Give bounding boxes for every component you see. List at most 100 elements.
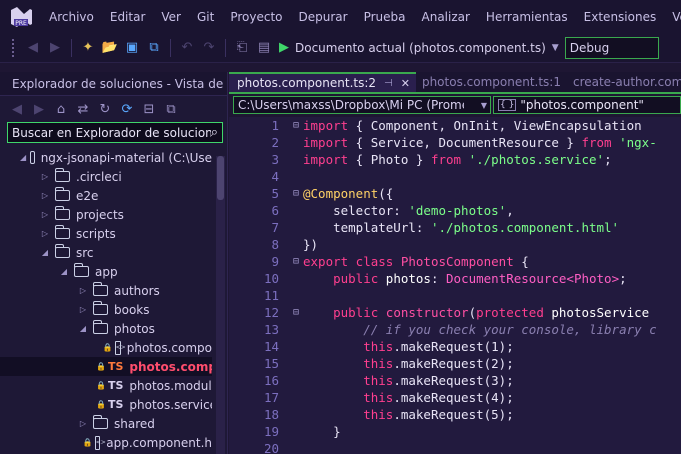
tree-item[interactable]: ▷ projects <box>0 205 212 224</box>
toolbar-grip[interactable] <box>12 38 16 57</box>
code-token: { Service, DocumentResource } <box>348 135 582 150</box>
tree-item[interactable]: ▷ books <box>0 300 212 319</box>
open-folder-icon[interactable]: 📂 <box>101 39 119 57</box>
tree-item[interactable]: 🔒 TS photos.module <box>0 376 212 395</box>
fold-toggle-icon[interactable]: ⊟ <box>289 256 303 267</box>
fold-toggle-icon[interactable]: ⊟ <box>289 307 303 318</box>
collapsed-arrow-icon[interactable]: ▷ <box>39 191 51 200</box>
new-project-icon[interactable]: ✦ <box>79 39 97 57</box>
collapsed-arrow-icon[interactable]: ▷ <box>77 305 89 314</box>
tab-label: photos.component.ts:2 <box>237 76 377 90</box>
code-token: DocumentResource<Photo> <box>446 271 620 286</box>
code-line: 7 templateUrl: './photos.component.html' <box>229 219 681 236</box>
expanded-arrow-icon[interactable]: ◢ <box>20 153 26 162</box>
code-token: { Component, OnInit, ViewEncapsulation <box>348 118 642 133</box>
editor-tabs: photos.component.ts:2 ⊣ ✕ photos.component.… <box>229 72 681 94</box>
redo-icon[interactable]: ↷ <box>200 39 218 57</box>
code-token: this <box>303 339 394 354</box>
expanded-arrow-icon[interactable]: ◢ <box>58 267 70 276</box>
save-icon[interactable]: ▣ <box>123 39 141 57</box>
run-button[interactable]: ▶ Documento actual (photos.component.ts) <box>279 40 546 55</box>
undo-icon[interactable]: ↶ <box>178 39 196 57</box>
expanded-arrow-icon[interactable]: ◢ <box>39 248 51 257</box>
explorer-title: Explorador de soluciones - Vista de car.… <box>0 72 227 96</box>
fold-toggle-icon[interactable]: ⊟ <box>289 120 303 131</box>
explorer-scrollbar[interactable] <box>216 156 225 454</box>
configuration-select[interactable]: Debug <box>564 36 659 59</box>
collapsed-arrow-icon[interactable]: ▷ <box>77 419 89 428</box>
back-icon[interactable]: ◀ <box>24 39 42 57</box>
tree-item-label: photos.compo <box>126 340 212 355</box>
code-token: templateUrl: <box>303 220 431 235</box>
menu-item[interactable]: Prueba <box>356 10 414 24</box>
tree-item-label: photos <box>114 321 155 336</box>
sync-icon[interactable]: ↻ <box>96 102 114 117</box>
menu-item[interactable]: Archivo <box>41 10 102 24</box>
show-all-files-icon[interactable]: ⧉ <box>162 102 180 117</box>
tree-item[interactable]: ◢ src <box>0 243 212 262</box>
forward-icon[interactable]: ▶ <box>30 102 48 117</box>
menu-item[interactable]: Proyecto <box>222 10 290 24</box>
scrollbar-thumb[interactable] <box>217 156 224 200</box>
close-icon[interactable]: ✕ <box>401 77 410 90</box>
menu-item[interactable]: Ventar <box>664 10 681 24</box>
collapse-all-icon[interactable]: ⊟ <box>140 102 158 117</box>
folder-icon <box>54 187 70 201</box>
refresh-icon[interactable]: ⟳ <box>118 102 136 117</box>
line-number: 14 <box>263 339 279 354</box>
run-dropdown-icon[interactable]: ▼ <box>552 43 559 53</box>
code-line: 11 <box>229 287 681 304</box>
tree-item[interactable]: 🔒TS photos.compo <box>0 357 212 376</box>
typescript-file-icon: TS <box>107 360 124 373</box>
expanded-arrow-icon[interactable]: ◢ <box>77 324 89 333</box>
browser-link-icon[interactable]: ▤ <box>255 39 273 57</box>
line-number: 17 <box>263 390 279 405</box>
tree-item[interactable]: ◢ photos <box>0 319 212 338</box>
tree-item[interactable]: ◢ ngx-jsonapi-material (C:\Use <box>0 148 212 167</box>
fold-toggle-icon[interactable]: ⊟ <box>289 188 303 199</box>
line-number: 9 <box>271 254 279 269</box>
project-icon <box>30 151 35 164</box>
forward-icon[interactable]: ▶ <box>46 39 64 57</box>
back-icon[interactable]: ◀ <box>8 102 26 117</box>
code-line: 10 public photos: DocumentResource<Photo… <box>229 270 681 287</box>
collapsed-arrow-icon[interactable]: ▷ <box>39 210 51 219</box>
menu-item[interactable]: Editar <box>102 10 154 24</box>
code-token: photos <box>378 271 431 286</box>
tree-item[interactable]: ▷ e2e <box>0 186 212 205</box>
tree-item[interactable]: ▷ scripts <box>0 224 212 243</box>
tree-item[interactable]: ▷ .circleci <box>0 167 212 186</box>
switch-views-icon[interactable]: ⇄ <box>74 102 92 117</box>
search-icon[interactable]: ⌕ <box>211 125 218 140</box>
code-editor[interactable]: 1 ⊟ import { Component, OnInit, ViewEncaps… <box>229 117 681 454</box>
tree-item[interactable]: 🔒 app.component.h <box>0 433 212 452</box>
find-in-files-icon[interactable]: ⎗ <box>233 39 251 57</box>
lock-icon: 🔒 <box>82 438 93 447</box>
menu-item[interactable]: Herramientas <box>478 10 576 24</box>
menu-item[interactable]: Extensiones <box>576 10 665 24</box>
collapsed-arrow-icon[interactable]: ▷ <box>39 172 51 181</box>
tree-item[interactable]: ▷ authors <box>0 281 212 300</box>
tree-item[interactable]: ▷ shared <box>0 414 212 433</box>
tree-item[interactable]: ◢ app <box>0 262 212 281</box>
member-select[interactable]: { } "photos.component" <box>493 96 681 114</box>
code-token: import <box>303 152 349 167</box>
menu-item[interactable]: Depurar <box>291 10 356 24</box>
code-token: public <box>303 271 379 286</box>
collapsed-arrow-icon[interactable]: ▷ <box>77 286 89 295</box>
editor-tab[interactable]: photos.component.ts:2 ⊣ ✕ <box>229 72 416 92</box>
explorer-search-input[interactable]: Buscar en Explorador de soluciones ⌕ <box>7 122 223 143</box>
code-token: 'ngx- <box>611 135 657 150</box>
collapsed-arrow-icon[interactable]: ▷ <box>39 229 51 238</box>
tree-item[interactable]: 🔒 TS photos.service. <box>0 395 212 414</box>
project-path-select[interactable]: C:\Users\maxss\Dropbox\Mi PC (Prometh ▼ <box>233 96 491 114</box>
editor-tab[interactable]: create-author.com <box>567 72 681 92</box>
home-icon[interactable]: ⌂ <box>52 102 70 117</box>
pin-icon[interactable]: ⊣ <box>384 78 393 89</box>
menu-item[interactable]: Git <box>189 10 222 24</box>
menu-item[interactable]: Ver <box>153 10 189 24</box>
save-all-icon[interactable]: ⧉ <box>145 39 163 57</box>
editor-tab[interactable]: photos.component.ts:1 <box>416 72 567 92</box>
tree-item[interactable]: 🔒 photos.compo <box>0 338 212 357</box>
menu-item[interactable]: Analizar <box>414 10 478 24</box>
